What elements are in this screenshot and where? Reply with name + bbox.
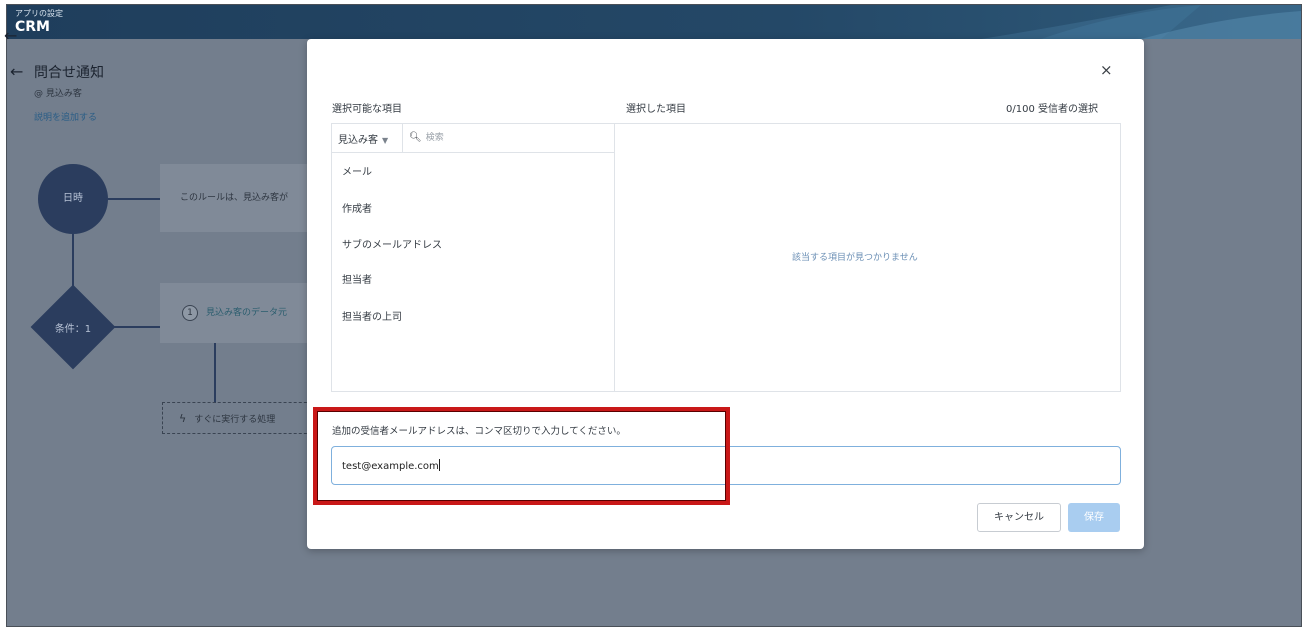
close-icon[interactable]: ×	[1100, 61, 1113, 79]
trigger-node[interactable]: 日時	[38, 164, 108, 234]
save-button[interactable]: 保存	[1068, 503, 1120, 532]
list-item[interactable]: 担当者	[342, 271, 372, 286]
search-placeholder: 検索	[425, 133, 444, 143]
lightning-icon: ϟ	[179, 412, 187, 425]
add-description-link[interactable]: 説明を追加する	[34, 110, 97, 123]
divider	[402, 123, 403, 153]
list-item[interactable]: 作成者	[342, 200, 372, 215]
header-subtitle: アプリの設定	[15, 9, 63, 18]
available-list[interactable]	[331, 123, 615, 392]
object-dropdown[interactable]: 見込み客 ▼	[338, 131, 388, 146]
selected-items-label: 選択した項目	[626, 104, 686, 115]
search-icon: 🔍︎	[409, 132, 422, 143]
connector-line	[214, 343, 216, 403]
back-arrow-icon[interactable]: ←	[4, 26, 17, 45]
top-bar: アプリの設定 CRM	[7, 5, 1301, 39]
condition-number: 1	[182, 305, 198, 321]
action-card-text: すぐに実行する処理	[194, 415, 276, 425]
page-subtitle: @ 見込み客	[34, 89, 82, 99]
highlight-box	[313, 407, 730, 505]
empty-message: 該当する項目が見つかりません	[792, 253, 918, 263]
condition-card[interactable]: 1 見込み客のデータ元	[160, 283, 320, 343]
dropdown-value: 見込み客	[338, 135, 378, 146]
header-decoration	[781, 5, 1301, 39]
page-title: 問合せ通知	[34, 65, 104, 81]
cancel-button[interactable]: キャンセル	[977, 503, 1061, 532]
action-card[interactable]: ϟ すぐに実行する処理	[162, 402, 322, 434]
available-items-label: 選択可能な項目	[332, 104, 402, 115]
list-item[interactable]: 担当者の上司	[342, 308, 402, 323]
list-item[interactable]: サブのメールアドレス	[342, 236, 442, 251]
search-field[interactable]: 🔍︎ 検索	[409, 130, 444, 143]
list-item[interactable]: メール	[342, 163, 372, 178]
connector-line	[108, 198, 164, 200]
connector-line	[113, 326, 165, 328]
trigger-card[interactable]: このルールは、見込み客が	[160, 164, 320, 232]
caret-down-icon: ▼	[382, 136, 389, 145]
back-arrow-icon[interactable]: ←	[10, 62, 23, 81]
condition-card-text: 見込み客のデータ元	[206, 308, 288, 318]
recipient-count: 0/100 受信者の選択	[1006, 104, 1098, 115]
condition-label: 条件：1	[54, 324, 92, 335]
app-name[interactable]: CRM	[15, 19, 50, 35]
